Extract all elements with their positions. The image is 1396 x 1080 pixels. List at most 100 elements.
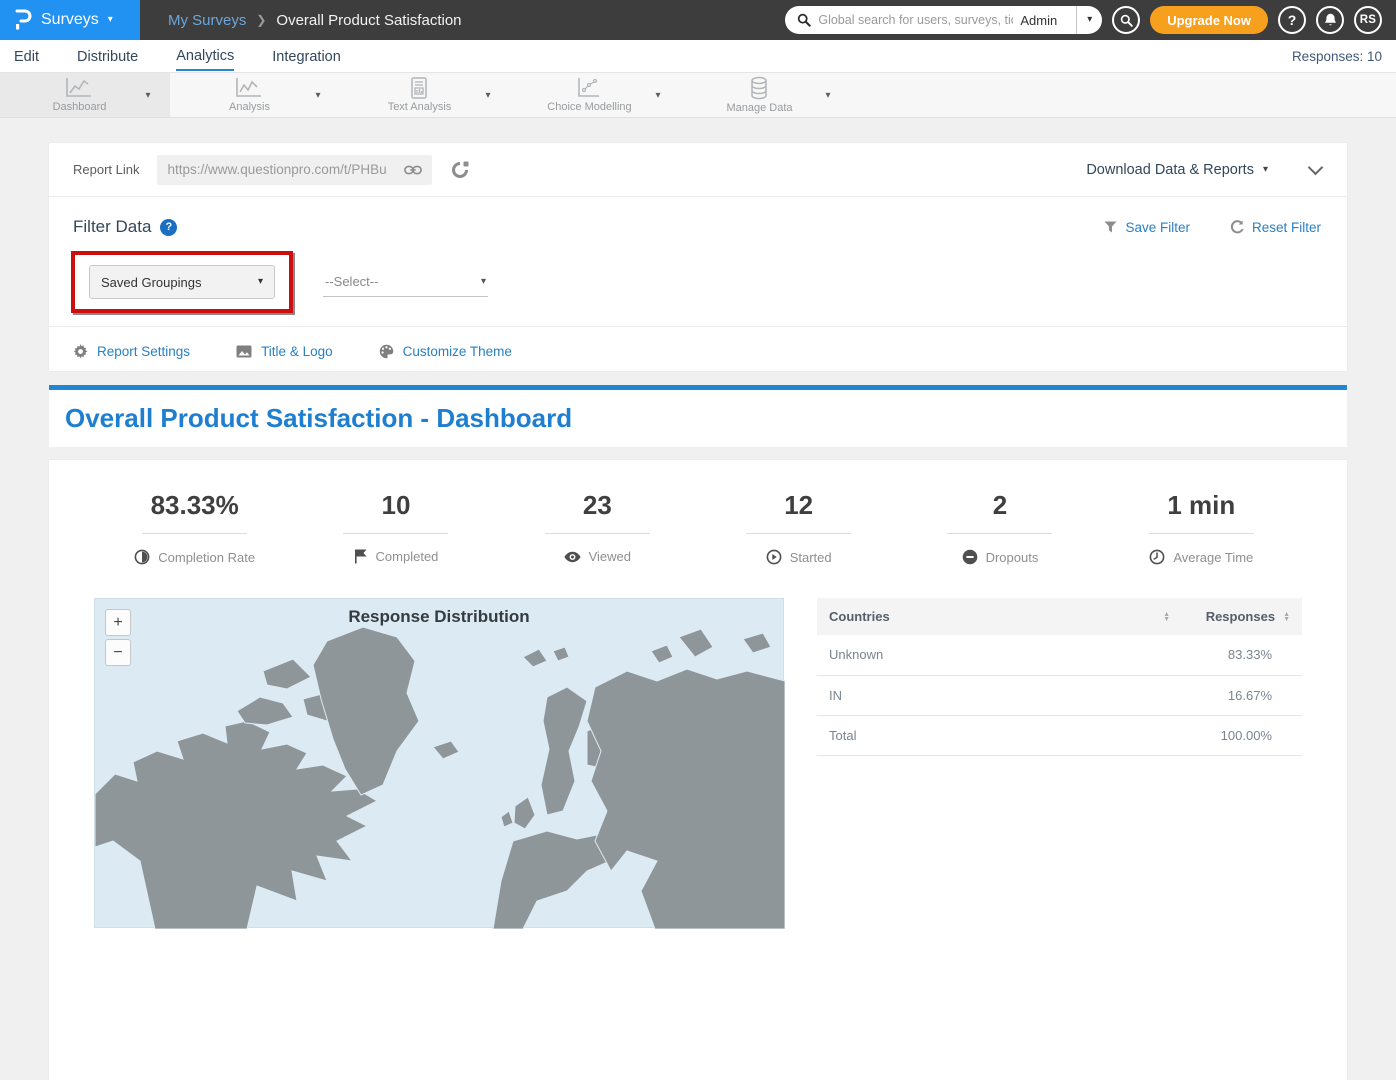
- table-row: Total 100.00%: [817, 715, 1302, 755]
- customize-theme-button[interactable]: Customize Theme: [379, 344, 512, 359]
- chevron-down-icon[interactable]: ▾: [145, 90, 150, 101]
- title-logo-button[interactable]: Title & Logo: [236, 344, 333, 359]
- link-icon[interactable]: [404, 164, 422, 176]
- sort-icon[interactable]: ▲▼: [1283, 612, 1290, 622]
- stat-completed: 10 Completed: [295, 490, 496, 565]
- module-manage-data[interactable]: Manage Data ▾: [680, 73, 850, 117]
- map-zoom-in-button[interactable]: +: [105, 609, 131, 636]
- filter-help-icon[interactable]: ?: [160, 219, 177, 236]
- embed-report-icon[interactable]: [450, 160, 470, 180]
- dashboard-chart-icon: [64, 77, 94, 99]
- countries-column-header[interactable]: Countries ▲▼: [817, 598, 1182, 635]
- module-analysis[interactable]: Analysis ▾: [170, 73, 340, 117]
- sort-icon[interactable]: ▲▼: [1163, 612, 1170, 622]
- report-settings-button[interactable]: Report Settings: [73, 344, 190, 359]
- chevron-down-icon: ▾: [258, 277, 263, 287]
- global-search-input[interactable]: [818, 13, 1013, 27]
- page-title: Overall Product Satisfaction - Dashboard: [65, 403, 572, 434]
- divider: [142, 533, 247, 534]
- responses-count[interactable]: Responses: 10: [1292, 49, 1382, 64]
- breadcrumb-my-surveys[interactable]: My Surveys: [168, 12, 246, 29]
- responses-cell: 83.33%: [1182, 635, 1302, 675]
- stat-dropouts: 2 Dropouts: [899, 490, 1100, 565]
- survey-tabbar: Edit Distribute Analytics Integration Re…: [0, 40, 1396, 73]
- download-data-reports-label: Download Data & Reports: [1086, 162, 1254, 178]
- report-settings-label: Report Settings: [97, 344, 190, 359]
- eye-icon: [564, 551, 581, 563]
- divider: [1149, 533, 1254, 534]
- surveys-menu[interactable]: Surveys ▾: [0, 0, 140, 40]
- table-row: Unknown 83.33%: [817, 635, 1302, 675]
- stat-label: Completed: [376, 549, 439, 564]
- report-link-input[interactable]: [167, 162, 404, 177]
- module-label: Analysis: [229, 101, 270, 113]
- stat-value: 12: [784, 490, 813, 521]
- tab-edit[interactable]: Edit: [14, 43, 39, 70]
- stat-label: Average Time: [1173, 550, 1253, 565]
- module-choice-modelling[interactable]: Choice Modelling ▾: [510, 73, 680, 117]
- stat-label: Started: [790, 550, 832, 565]
- chevron-down-icon[interactable]: ▾: [485, 90, 490, 101]
- choice-modelling-icon: [575, 77, 603, 99]
- chevron-down-icon: ▾: [1263, 165, 1268, 175]
- module-text-analysis[interactable]: Text Analysis ▾: [340, 73, 510, 117]
- stat-label: Completion Rate: [158, 550, 255, 565]
- responses-cell: 16.67%: [1182, 675, 1302, 715]
- title-logo-label: Title & Logo: [261, 344, 333, 359]
- search-scope-dropdown[interactable]: ▾: [1076, 6, 1102, 34]
- saved-groupings-select[interactable]: Saved Groupings ▾: [89, 265, 275, 299]
- responses-column-header[interactable]: Responses ▲▼: [1182, 598, 1302, 635]
- completion-rate-icon: [134, 549, 150, 565]
- analytics-toolbar: Dashboard ▾ Analysis ▾ Text Analysis: [0, 73, 1396, 118]
- search-icon: [797, 13, 811, 27]
- response-distribution-map[interactable]: Response Distribution + −: [94, 598, 784, 928]
- countries-table: Countries ▲▼ Responses ▲▼: [817, 598, 1302, 756]
- notifications-button[interactable]: [1316, 6, 1344, 34]
- search-scope-label[interactable]: Admin: [1020, 13, 1066, 28]
- stat-value: 23: [583, 490, 612, 521]
- text-analysis-icon: [408, 77, 430, 99]
- save-filter-button[interactable]: Save Filter: [1104, 220, 1190, 235]
- dashboard-bottom-row: Response Distribution + −: [49, 598, 1347, 928]
- palette-icon: [379, 344, 394, 359]
- bell-icon: [1324, 13, 1337, 27]
- tab-integration[interactable]: Integration: [272, 43, 341, 70]
- chevron-down-icon: ▾: [108, 15, 113, 25]
- country-cell: Total: [817, 715, 1182, 755]
- stat-viewed: 23 Viewed: [497, 490, 698, 565]
- stat-label: Viewed: [589, 549, 631, 564]
- saved-groupings-value: Saved Groupings: [101, 275, 201, 290]
- map-zoom-out-button[interactable]: −: [105, 639, 131, 666]
- chevron-down-icon[interactable]: ▾: [315, 90, 320, 101]
- avatar[interactable]: RS: [1354, 6, 1382, 34]
- tab-distribute[interactable]: Distribute: [77, 43, 138, 70]
- customize-theme-label: Customize Theme: [403, 344, 512, 359]
- chevron-down-icon[interactable]: ▾: [655, 90, 660, 101]
- map-zoom-controls: + −: [105, 609, 131, 666]
- module-dashboard[interactable]: Dashboard ▾: [0, 73, 170, 117]
- avatar-initials: RS: [1360, 14, 1377, 26]
- report-row-right: Download Data & Reports ▾: [1086, 162, 1321, 178]
- country-cell: Unknown: [817, 635, 1182, 675]
- refresh-icon: [1230, 220, 1244, 234]
- download-data-reports-button[interactable]: Download Data & Reports ▾: [1086, 162, 1268, 178]
- module-label: Manage Data: [726, 102, 792, 114]
- minus-circle-icon: [962, 549, 978, 565]
- countries-header-label: Countries: [829, 609, 890, 624]
- chevron-down-icon[interactable]: ▾: [825, 90, 830, 101]
- collapse-panel-chevron-icon[interactable]: [1308, 159, 1324, 175]
- chevron-down-icon: ▾: [1087, 15, 1092, 25]
- upgrade-now-button[interactable]: Upgrade Now: [1150, 6, 1268, 34]
- world-map: [95, 599, 785, 929]
- search-button[interactable]: [1112, 6, 1140, 34]
- tab-analytics[interactable]: Analytics: [176, 42, 234, 71]
- grouping-value-select[interactable]: --Select-- ▾: [323, 267, 488, 297]
- help-button[interactable]: ?: [1278, 6, 1306, 34]
- reset-filter-label: Reset Filter: [1252, 220, 1321, 235]
- grouping-value-placeholder: --Select--: [325, 274, 378, 289]
- module-label: Text Analysis: [388, 101, 452, 113]
- reset-filter-button[interactable]: Reset Filter: [1230, 220, 1321, 235]
- clock-icon: [1149, 549, 1165, 565]
- chevron-down-icon: ▾: [481, 277, 486, 287]
- breadcrumb-current: Overall Product Satisfaction: [276, 12, 461, 29]
